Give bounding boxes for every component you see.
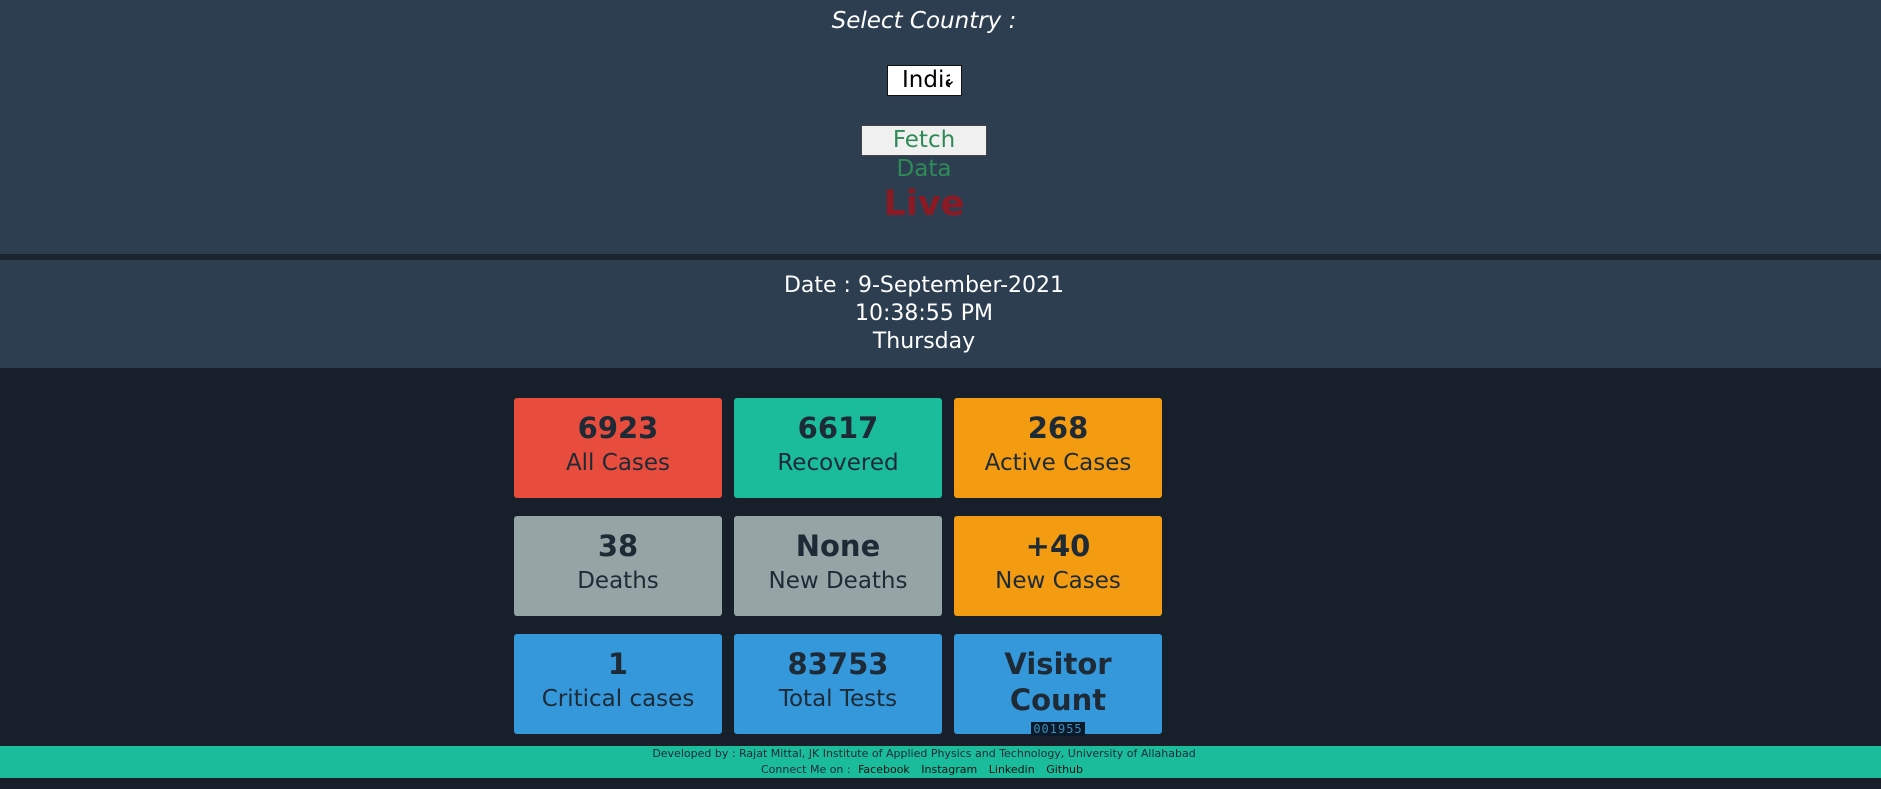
facebook-link[interactable]: Facebook <box>858 763 910 776</box>
visitor-counter: 001955 <box>1031 722 1085 736</box>
fetch-data-button[interactable]: Fetch Data <box>861 125 987 182</box>
date-text: Date : 9-September-2021 <box>783 273 1065 298</box>
visitor-count-title: Visitor Count <box>1004 647 1112 717</box>
card-active-cases: 268 Active Cases <box>954 398 1162 498</box>
card-new-deaths: None New Deaths <box>734 516 942 616</box>
card-label: Deaths <box>577 568 659 594</box>
country-select[interactable]: India ⌄ <box>887 65 962 96</box>
card-new-cases: +40 New Cases <box>954 516 1162 616</box>
day-text: Thursday <box>872 329 976 354</box>
card-critical-cases: 1 Critical cases <box>514 634 722 734</box>
country-selector-panel: Select Country : India ⌄ Fetch Data Live <box>0 0 1881 254</box>
linkedin-link[interactable]: Linkedin <box>989 763 1035 776</box>
card-all-cases: 6923 All Cases <box>514 398 722 498</box>
card-label: Critical cases <box>541 686 695 712</box>
card-visitor-count: Visitor Count 001955 <box>954 634 1162 736</box>
card-value: 6923 <box>577 411 659 445</box>
developer-credit: Developed by : Rajat Mittal, JK Institut… <box>652 747 1196 760</box>
card-value: 6617 <box>797 411 879 445</box>
card-deaths: 38 Deaths <box>514 516 722 616</box>
select-country-label: Select Country : <box>831 8 1017 34</box>
chevron-down-icon: ⌄ <box>943 71 956 89</box>
card-total-tests: 83753 Total Tests <box>734 634 942 734</box>
connect-links: Connect Me on : Facebook Instagram Linke… <box>0 762 1848 778</box>
github-link[interactable]: Github <box>1046 763 1083 776</box>
live-label: Live <box>883 184 965 224</box>
card-label: Recovered <box>777 450 899 476</box>
card-label: Active Cases <box>984 450 1132 476</box>
card-value: 83753 <box>787 647 889 681</box>
card-value: None <box>795 529 881 563</box>
time-text: 10:38:55 PM <box>854 301 994 326</box>
card-label: All Cases <box>565 450 671 476</box>
card-label: New Cases <box>995 568 1121 594</box>
card-value: 1 <box>607 647 629 681</box>
card-label: Total Tests <box>778 686 898 712</box>
card-value: +40 <box>1025 529 1091 563</box>
date-panel: Date : 9-September-2021 10:38:55 PM Thur… <box>0 260 1881 368</box>
connect-label: Connect Me on : <box>760 763 851 776</box>
card-value: 38 <box>597 529 639 563</box>
card-recovered: 6617 Recovered <box>734 398 942 498</box>
card-label: New Deaths <box>768 568 908 594</box>
footer: Developed by : Rajat Mittal, JK Institut… <box>0 746 1881 778</box>
instagram-link[interactable]: Instagram <box>921 763 977 776</box>
card-value: 268 <box>1027 411 1089 445</box>
